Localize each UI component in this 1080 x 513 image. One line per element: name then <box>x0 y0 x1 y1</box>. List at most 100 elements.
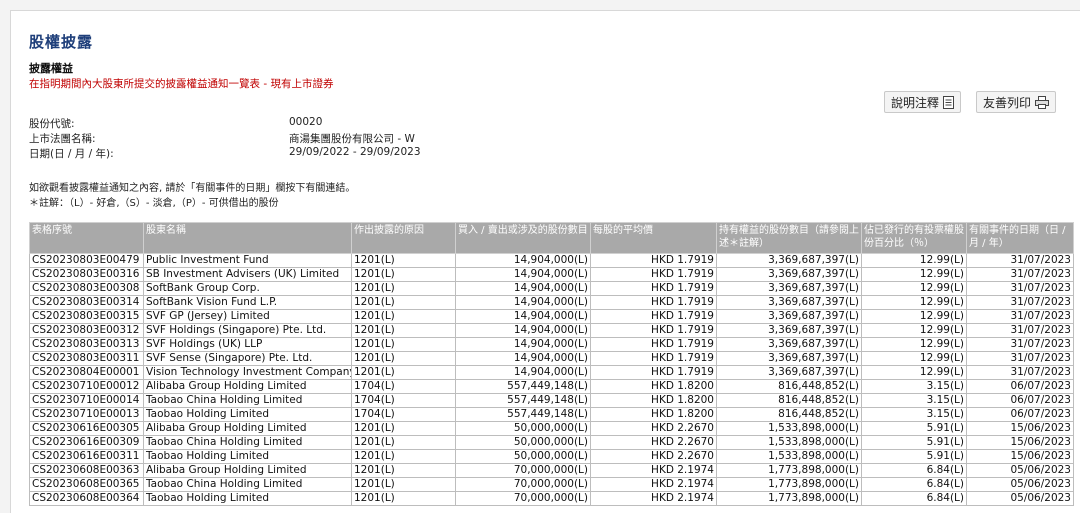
shareholder-name-cell: SVF Holdings (UK) LLP <box>143 337 352 352</box>
event-date-cell[interactable]: 06/07/2023 <box>966 379 1074 394</box>
explanatory-notes-label: 說明注釋 <box>891 95 940 110</box>
corp-name-value: 商湯集團股份有限公司 - W <box>289 133 415 145</box>
form-serial-cell: CS20230803E00479 <box>29 253 144 268</box>
shares-held-cell: 3,369,687,397(L) <box>716 351 862 366</box>
table-row: CS20230608E00364 Taobao Holding Limited 12… <box>29 491 1074 506</box>
event-date-cell[interactable]: 15/06/2023 <box>966 435 1074 450</box>
event-date-cell[interactable]: 31/07/2023 <box>966 351 1074 366</box>
table-row: CS20230616E00311 Taobao Holding Limited 12… <box>29 449 1074 464</box>
avg-price-cell: HKD 2.2670 <box>590 449 717 464</box>
table-row: CS20230803E00311 SVF Sense (Singapore) Pt… <box>29 351 1074 366</box>
shares-involved-cell: 14,904,000(L) <box>455 267 591 282</box>
reason-cell: 1704(L) <box>351 407 456 422</box>
printer-friendly-button[interactable]: 友善列印 <box>976 91 1057 113</box>
percentage-cell: 5.91(L) <box>861 449 967 464</box>
table-body: CS20230803E00479 Public Investment Fund 12… <box>29 253 1074 506</box>
avg-price-cell: HKD 1.7919 <box>590 309 717 324</box>
col-percentage[interactable]: 佔已發行的有投票權股份百分比（％） <box>861 222 967 254</box>
shares-involved-cell: 70,000,000(L) <box>455 477 591 492</box>
section-description: 在指明期間內大股東所提交的披露權益通知一覽表 - 現有上市證券 <box>29 78 334 90</box>
event-date-cell[interactable]: 31/07/2023 <box>966 267 1074 282</box>
shares-held-cell: 3,369,687,397(L) <box>716 365 862 380</box>
form-serial-cell: CS20230608E00363 <box>29 463 144 478</box>
shareholder-name-cell: Public Investment Fund <box>143 253 352 268</box>
section-subtitle: 披露權益 <box>29 62 73 75</box>
corp-name-label: 上市法團名稱: <box>29 133 96 145</box>
reason-cell: 1704(L) <box>351 393 456 408</box>
table-row: CS20230616E00309 Taobao China Holding Lim… <box>29 435 1074 450</box>
avg-price-cell: HKD 1.8200 <box>590 407 717 422</box>
col-shares-involved[interactable]: 買入 / 賣出或涉及的股份數目 <box>455 222 591 254</box>
percentage-cell: 6.84(L) <box>861 491 967 506</box>
col-event-date[interactable]: 有關事件的日期（日 / 月 / 年） <box>966 222 1074 254</box>
reason-cell: 1201(L) <box>351 295 456 310</box>
reason-cell: 1201(L) <box>351 491 456 506</box>
shareholder-name-cell: Taobao China Holding Limited <box>143 435 352 450</box>
printer-icon <box>1035 95 1050 109</box>
shares-held-cell: 816,448,852(L) <box>716 379 862 394</box>
event-date-cell[interactable]: 31/07/2023 <box>966 253 1074 268</box>
event-date-cell[interactable]: 31/07/2023 <box>966 309 1074 324</box>
col-avg-price[interactable]: 每股的平均價 <box>590 222 717 254</box>
col-shares-held[interactable]: 持有權益的股份數目（請參閱上述＊註解） <box>716 222 862 254</box>
col-shareholder-name[interactable]: 股東名稱 <box>143 222 352 254</box>
shareholder-name-cell: SoftBank Group Corp. <box>143 281 352 296</box>
form-serial-cell: CS20230616E00305 <box>29 421 144 436</box>
form-serial-cell: CS20230803E00314 <box>29 295 144 310</box>
shares-held-cell: 1,773,898,000(L) <box>716 477 862 492</box>
event-date-cell[interactable]: 31/07/2023 <box>966 281 1074 296</box>
table-header-row: 表格序號 股東名稱 作出披露的原因 買入 / 賣出或涉及的股份數目 每股的平均價… <box>29 222 1074 254</box>
form-serial-cell: CS20230803E00311 <box>29 351 144 366</box>
avg-price-cell: HKD 1.7919 <box>590 295 717 310</box>
reason-cell: 1201(L) <box>351 351 456 366</box>
event-date-cell[interactable]: 05/06/2023 <box>966 491 1074 506</box>
form-serial-cell: CS20230803E00312 <box>29 323 144 338</box>
instruction-note: 如欲觀看披露權益通知之內容, 請於「有關事件的日期」欄按下有關連結。 <box>29 183 356 194</box>
percentage-cell: 12.99(L) <box>861 365 967 380</box>
event-date-cell[interactable]: 31/07/2023 <box>966 337 1074 352</box>
percentage-cell: 6.84(L) <box>861 477 967 492</box>
col-reason[interactable]: 作出披露的原因 <box>351 222 456 254</box>
shares-held-cell: 816,448,852(L) <box>716 407 862 422</box>
event-date-cell[interactable]: 31/07/2023 <box>966 365 1074 380</box>
shares-held-cell: 3,369,687,397(L) <box>716 295 862 310</box>
shares-involved-cell: 557,449,148(L) <box>455 407 591 422</box>
form-serial-cell: CS20230608E00364 <box>29 491 144 506</box>
form-serial-cell: CS20230803E00316 <box>29 267 144 282</box>
event-date-cell[interactable]: 15/06/2023 <box>966 449 1074 464</box>
shareholder-name-cell: Taobao Holding Limited <box>143 407 352 422</box>
reason-cell: 1201(L) <box>351 253 456 268</box>
shares-involved-cell: 14,904,000(L) <box>455 323 591 338</box>
explanatory-notes-button[interactable]: 說明注釋 <box>884 91 962 113</box>
shares-involved-cell: 557,449,148(L) <box>455 393 591 408</box>
shareholder-name-cell: SVF GP (Jersey) Limited <box>143 309 352 324</box>
table-row: CS20230616E00305 Alibaba Group Holding Li… <box>29 421 1074 436</box>
reason-cell: 1201(L) <box>351 267 456 282</box>
col-form-serial[interactable]: 表格序號 <box>29 222 144 254</box>
event-date-cell[interactable]: 15/06/2023 <box>966 421 1074 436</box>
table-row: CS20230803E00314 SoftBank Vision Fund L.P… <box>29 295 1074 310</box>
shareholder-name-cell: Alibaba Group Holding Limited <box>143 463 352 478</box>
event-date-cell[interactable]: 31/07/2023 <box>966 323 1074 338</box>
table-row: CS20230803E00316 SB Investment Advisers (… <box>29 267 1074 282</box>
table-row: CS20230803E00312 SVF Holdings (Singapore)… <box>29 323 1074 338</box>
event-date-cell[interactable]: 05/06/2023 <box>966 477 1074 492</box>
event-date-cell[interactable]: 31/07/2023 <box>966 295 1074 310</box>
document-icon <box>943 95 955 109</box>
avg-price-cell: HKD 2.1974 <box>590 463 717 478</box>
shares-involved-cell: 14,904,000(L) <box>455 253 591 268</box>
avg-price-cell: HKD 1.7919 <box>590 323 717 338</box>
shareholder-name-cell: Taobao China Holding Limited <box>143 477 352 492</box>
percentage-cell: 12.99(L) <box>861 267 967 282</box>
event-date-cell[interactable]: 05/06/2023 <box>966 463 1074 478</box>
shareholder-name-cell: Alibaba Group Holding Limited <box>143 421 352 436</box>
reason-cell: 1201(L) <box>351 463 456 478</box>
avg-price-cell: HKD 1.7919 <box>590 253 717 268</box>
reason-cell: 1704(L) <box>351 379 456 394</box>
shares-involved-cell: 14,904,000(L) <box>455 365 591 380</box>
shares-held-cell: 1,773,898,000(L) <box>716 491 862 506</box>
event-date-cell[interactable]: 06/07/2023 <box>966 393 1074 408</box>
avg-price-cell: HKD 1.7919 <box>590 365 717 380</box>
shares-held-cell: 1,533,898,000(L) <box>716 449 862 464</box>
event-date-cell[interactable]: 06/07/2023 <box>966 407 1074 422</box>
